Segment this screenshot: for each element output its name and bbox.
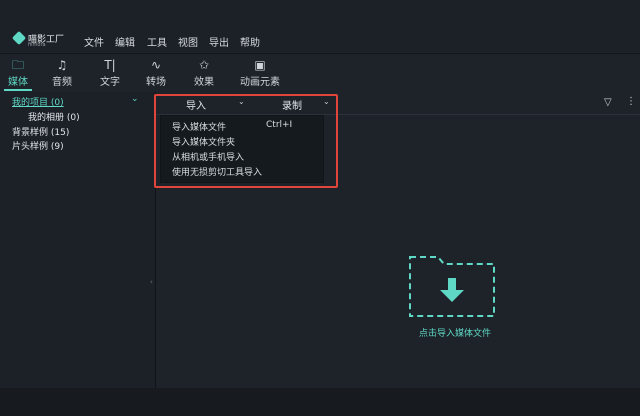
tab-audio[interactable]: ♫ 音频 <box>48 58 76 90</box>
drop-zone-label[interactable]: 点击导入媒体文件 <box>400 326 510 339</box>
menu-export[interactable]: 导出 <box>209 34 229 49</box>
tab-audio-label: 音频 <box>52 77 72 88</box>
logo-icon <box>11 30 27 46</box>
tab-text[interactable]: T| 文字 <box>96 58 124 90</box>
menu-help[interactable]: 帮助 <box>240 34 260 49</box>
tree-intro-samples[interactable]: 片头样例 (9) <box>12 139 64 152</box>
import-drop-zone[interactable] <box>408 254 496 318</box>
effects-icon: ✩ <box>198 58 210 72</box>
download-folder-icon <box>409 256 495 317</box>
menu-tools[interactable]: 工具 <box>147 34 167 49</box>
tree-my-project[interactable]: 我的项目 (0) <box>12 95 64 108</box>
music-note-icon: ♫ <box>56 58 68 72</box>
tab-effects[interactable]: ✩ 效果 <box>190 58 218 90</box>
tab-transition-label: 转场 <box>146 77 166 88</box>
filter-icon[interactable]: ▽ <box>604 97 612 108</box>
menu-file[interactable]: 文件 <box>84 34 104 49</box>
tab-media-label: 媒体 <box>8 77 28 88</box>
text-icon: T| <box>104 58 116 72</box>
transition-icon: ∿ <box>150 58 162 72</box>
bottom-bar <box>0 388 640 416</box>
menu-edit[interactable]: 编辑 <box>115 34 135 49</box>
tab-text-label: 文字 <box>100 77 120 88</box>
tab-elements-label: 动画元素 <box>240 77 280 88</box>
tab-effects-label: 效果 <box>194 77 214 88</box>
chevron-down-icon[interactable]: ⌄ <box>131 94 139 104</box>
collapse-panel-handle[interactable]: ‹ <box>150 278 154 288</box>
tab-elements[interactable]: ▣ 动画元素 <box>236 58 284 90</box>
grid-view-icon[interactable]: ⋮⋮ <box>626 96 640 107</box>
logo-subtext: filmora <box>28 42 46 48</box>
tab-transition[interactable]: ∿ 转场 <box>142 58 170 90</box>
app-logo: 喵影工厂 filmora <box>11 30 70 48</box>
red-highlight-box <box>154 94 338 188</box>
image-icon: ▣ <box>254 58 266 72</box>
active-tab-indicator <box>4 89 32 91</box>
tab-media[interactable]: 🗀 媒体 <box>4 58 32 90</box>
tree-background-samples[interactable]: 背景样例 (15) <box>12 125 69 138</box>
tree-my-album[interactable]: 我的相册 (0) <box>28 110 80 123</box>
folder-icon: 🗀 <box>11 58 24 72</box>
menu-view[interactable]: 视图 <box>178 34 198 49</box>
